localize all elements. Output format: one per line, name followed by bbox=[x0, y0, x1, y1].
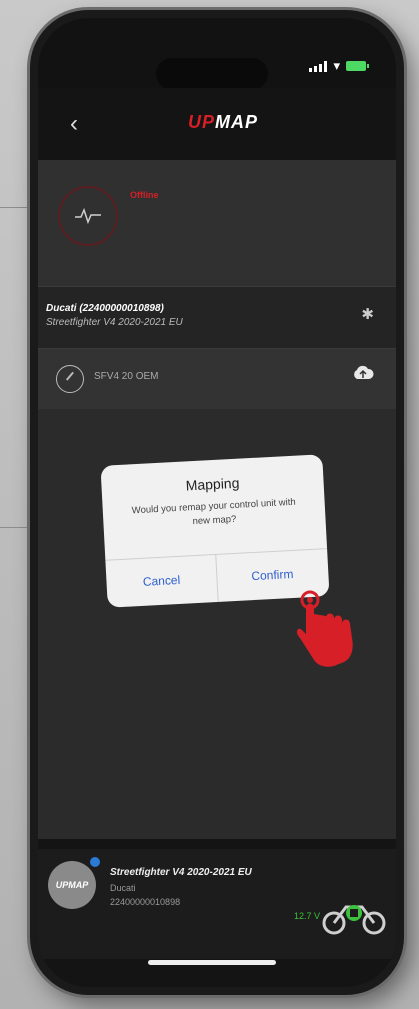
ecu-brand-serial: Ducati (22400000010898) bbox=[46, 303, 164, 314]
map-name: SFV4 20 OEM bbox=[94, 371, 159, 382]
connection-status-card: Offline bbox=[38, 160, 396, 286]
dialog-title: Mapping bbox=[185, 474, 240, 494]
phone-frame: ▾ ‹ UPMAP Offline Ducati (22400000010898… bbox=[30, 10, 404, 995]
status-icons: ▾ bbox=[309, 58, 369, 74]
logo-prefix: UP bbox=[188, 112, 216, 132]
chevron-left-icon[interactable]: ‹ bbox=[70, 110, 78, 138]
ecu-model: Streetfighter V4 2020-2021 EU bbox=[46, 317, 183, 328]
vehicle-model: Streetfighter V4 2020-2021 EU bbox=[110, 867, 252, 878]
battery-voltage: 12.7 V bbox=[293, 911, 320, 921]
ecu-card[interactable]: Ducati (22400000010898) Streetfighter V4… bbox=[38, 286, 396, 349]
dialog-message: Would you remap your control unit with n… bbox=[131, 496, 296, 528]
heartbeat-icon bbox=[58, 186, 118, 246]
logo-suffix: MAP bbox=[215, 112, 259, 132]
status-bar: ▾ bbox=[38, 18, 396, 90]
map-card[interactable]: SFV4 20 OEM bbox=[38, 348, 396, 409]
bluetooth-badge-icon bbox=[90, 857, 100, 867]
home-indicator[interactable] bbox=[148, 960, 276, 965]
nav-bar: ‹ UPMAP bbox=[38, 88, 396, 160]
vehicle-serial: 22400000010898 bbox=[110, 897, 181, 907]
cancel-button[interactable]: Cancel bbox=[105, 554, 217, 608]
battery-icon bbox=[346, 61, 369, 71]
speedometer-icon bbox=[56, 365, 84, 393]
mapping-dialog: Mapping Would you remap your control uni… bbox=[100, 454, 330, 608]
wifi-icon: ▾ bbox=[333, 58, 340, 73]
vehicle-bar[interactable]: UPMAP Streetfighter V4 2020-2021 EU Duca… bbox=[38, 849, 396, 959]
bluetooth-icon[interactable]: ✱ bbox=[361, 305, 374, 323]
signal-icon bbox=[309, 60, 328, 72]
tap-hand-icon bbox=[296, 590, 353, 667]
upmap-logo: UPMAP bbox=[48, 861, 96, 909]
cloud-upload-icon[interactable] bbox=[352, 365, 374, 381]
motorcycle-icon bbox=[322, 905, 386, 935]
dynamic-island bbox=[156, 58, 268, 90]
connection-state-label: Offline bbox=[130, 190, 159, 200]
bottom-panel: UPMAP Streetfighter V4 2020-2021 EU Duca… bbox=[38, 839, 396, 987]
vehicle-brand: Ducati bbox=[110, 883, 136, 893]
phone-screen: ▾ ‹ UPMAP Offline Ducati (22400000010898… bbox=[38, 18, 396, 987]
app-logo: UPMAP bbox=[188, 112, 258, 133]
